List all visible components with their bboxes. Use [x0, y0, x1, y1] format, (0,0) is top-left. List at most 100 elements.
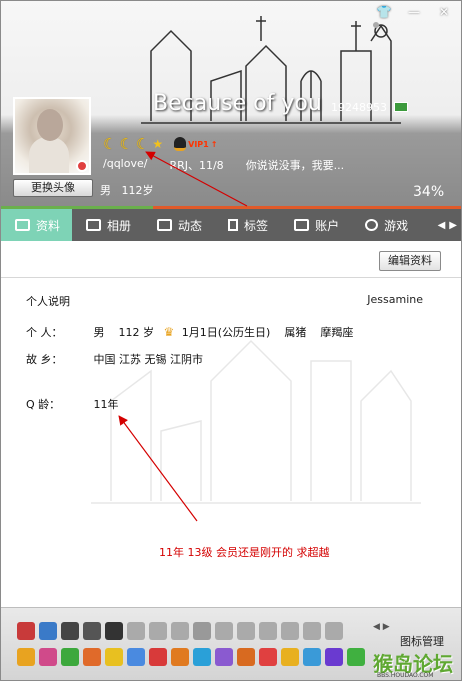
service-icon-row-2 — [17, 648, 365, 666]
avatar[interactable] — [13, 97, 91, 175]
skin-button[interactable]: 👕 — [373, 4, 395, 20]
tab-label: 账户 — [315, 218, 340, 233]
diamond-icon[interactable] — [303, 622, 321, 640]
service-icon[interactable] — [171, 648, 189, 666]
person-info-row: 个 人： 男 112 岁 ♛ 1月1日(公历生日) 属猪 摩羯座 — [26, 324, 353, 340]
service-icon[interactable] — [193, 648, 211, 666]
chevron-right-icon[interactable]: ▶ — [449, 220, 457, 231]
gender-text: 男 — [100, 184, 111, 197]
penguin-icon — [174, 137, 187, 151]
star-icon[interactable] — [215, 622, 233, 640]
diamond-icon[interactable] — [237, 622, 255, 640]
moon-icon: ☾ — [119, 135, 133, 153]
service-icon[interactable] — [83, 622, 101, 640]
service-icon[interactable] — [105, 648, 123, 666]
vip-up-arrow-icon: ↑ — [210, 139, 218, 149]
crown-icon: ♛ — [163, 325, 175, 339]
tab-tags[interactable]: 标签 — [214, 209, 280, 241]
person-birthday: 1月1日(公历生日) — [181, 326, 271, 339]
tab-album[interactable]: 相册 — [72, 209, 143, 241]
profile-completion-percent: 34% — [413, 184, 445, 200]
qq-number: 19248953 — [331, 101, 387, 114]
person-zodiac: 属猪 — [284, 326, 307, 339]
heart-icon[interactable] — [193, 622, 211, 640]
qq-profile-window: 👕 — ✕ Because of you 19248953 更换头像 男 112… — [0, 0, 462, 681]
service-icon[interactable] — [347, 648, 365, 666]
tab-account[interactable]: 账户 — [280, 209, 351, 241]
diamond-icon[interactable] — [281, 622, 299, 640]
content-divider — [1, 277, 461, 278]
person-label: 个 人： — [26, 326, 63, 339]
personal-desc-heading: 个人说明 — [26, 295, 70, 308]
person-gender: 男 — [93, 326, 105, 339]
tab-scroll-arrows[interactable]: ◀ ▶ — [438, 209, 461, 241]
service-icon[interactable] — [39, 648, 57, 666]
bookmark-icon — [228, 219, 239, 231]
service-icon-bar: ◀ ▶ 图标管理 猴岛论坛 BBS.HOUDAO.COM — [1, 607, 461, 680]
status-text: RRJ、11/8 — [169, 159, 224, 172]
vip-label: VIP1 — [188, 139, 209, 149]
person-constellation: 摩羯座 — [320, 326, 354, 339]
tab-label: 相册 — [107, 218, 132, 233]
qage-row: Q 龄： 11年 — [26, 396, 119, 412]
game-icon — [365, 219, 379, 231]
service-icon[interactable] — [127, 648, 145, 666]
service-icon[interactable] — [215, 648, 233, 666]
online-status-icon — [76, 160, 88, 172]
service-icon-row-1 — [17, 622, 343, 640]
tab-label: 资料 — [36, 218, 61, 233]
tab-feed[interactable]: 动态 — [143, 209, 214, 241]
service-icon[interactable] — [325, 648, 343, 666]
service-icon[interactable] — [281, 648, 299, 666]
service-icon[interactable] — [61, 648, 79, 666]
icon-pager[interactable]: ◀ ▶ — [373, 622, 390, 632]
annotation-text: 11年 13级 会员还是刚开的 求超越 — [159, 546, 330, 559]
qq-level-icons[interactable]: ☾ ☾ ☾ ★ VIP1 ↑ — [103, 135, 217, 153]
nickname-text[interactable]: /qqlove/ — [103, 157, 147, 173]
vip-badge[interactable]: VIP1 ↑ — [174, 137, 217, 151]
personal-desc-value: Jessamine — [367, 293, 423, 306]
diamond-icon[interactable] — [171, 622, 189, 640]
feed-list-icon — [157, 219, 173, 231]
service-icon[interactable] — [17, 648, 35, 666]
minimize-button[interactable]: — — [403, 4, 425, 20]
service-icon[interactable] — [83, 648, 101, 666]
service-icon[interactable] — [61, 622, 79, 640]
qq-mail-icon[interactable] — [394, 102, 408, 112]
service-icon[interactable] — [39, 622, 57, 640]
age-text: 112岁 — [121, 184, 154, 197]
service-icon[interactable] — [259, 648, 277, 666]
diamond-icon[interactable] — [127, 622, 145, 640]
diamond-icon[interactable] — [259, 622, 277, 640]
hometown-label: 故 乡： — [26, 353, 63, 366]
background-sketch — [91, 339, 421, 504]
edit-profile-button[interactable]: 编辑资料 — [379, 251, 441, 271]
signature-preview[interactable]: 你说说没事，我要... — [246, 157, 345, 173]
icon-management-link[interactable]: 图标管理 — [400, 633, 444, 649]
service-icon[interactable] — [303, 648, 321, 666]
tab-bar: 资料 相册 动态 标签 账户 游戏 ◀ ▶ — [1, 209, 461, 241]
profile-card-icon — [15, 219, 30, 231]
change-avatar-button[interactable]: 更换头像 — [13, 179, 93, 197]
wallet-icon — [294, 219, 310, 231]
gender-age: 男 112岁 — [100, 182, 154, 198]
service-icon[interactable] — [17, 622, 35, 640]
close-button[interactable]: ✕ — [433, 4, 455, 20]
tab-label: 动态 — [178, 218, 203, 233]
service-icon[interactable] — [149, 648, 167, 666]
moon-icon: ☾ — [135, 135, 150, 153]
nickname-status-row: /qqlove/ RRJ、11/8 你说说没事，我要... — [103, 157, 366, 173]
qage-value: 11年 — [93, 398, 119, 411]
profile-title: Because of you — [153, 91, 322, 116]
diamond-icon[interactable] — [149, 622, 167, 640]
diamond-icon[interactable] — [325, 622, 343, 640]
chevron-left-icon[interactable]: ◀ — [438, 220, 446, 231]
photo-album-icon — [86, 219, 102, 231]
service-icon[interactable] — [105, 622, 123, 640]
tab-profile[interactable]: 资料 — [1, 209, 73, 241]
tab-games[interactable]: 游戏 — [351, 209, 420, 241]
service-icon[interactable] — [237, 648, 255, 666]
hometown-value: 中国 江苏 无锡 江阴市 — [93, 353, 204, 366]
qage-label: Q 龄： — [26, 398, 61, 411]
avatar-head-shape — [37, 109, 63, 141]
